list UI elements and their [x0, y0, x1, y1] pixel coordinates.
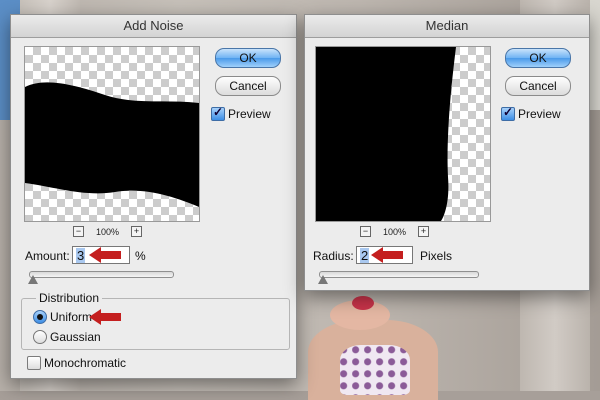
radius-slider-thumb[interactable]: [318, 275, 328, 284]
radius-slider[interactable]: [319, 271, 479, 278]
median-zoom-level: 100%: [383, 226, 407, 237]
monochromatic-check-icon[interactable]: [27, 356, 41, 370]
ok-button[interactable]: OK: [215, 48, 281, 68]
median-title[interactable]: Median: [305, 15, 589, 38]
add-noise-dialog: Add Noise − 100% + OK Cancel Preview Amo…: [10, 14, 297, 379]
amount-value: 3: [76, 248, 86, 263]
amount-slider[interactable]: [29, 271, 174, 278]
median-dialog: Median − 100% + OK Cancel Preview Radius…: [304, 14, 590, 291]
amount-unit: %: [135, 249, 146, 263]
median-zoom-in-icon[interactable]: +: [418, 226, 430, 237]
monochromatic-checkbox[interactable]: Monochromatic: [27, 356, 126, 370]
distribution-legend: Distribution: [36, 291, 103, 305]
monochromatic-label: Monochromatic: [44, 356, 127, 370]
radio-uniform-label: Uniform: [50, 310, 93, 324]
amount-arrow-icon: [89, 247, 121, 263]
preview-label: Preview: [228, 107, 271, 121]
uniform-arrow-icon: [89, 309, 121, 325]
median-preview-check-icon[interactable]: [501, 105, 515, 121]
zoom-out-icon[interactable]: −: [73, 226, 84, 237]
radius-unit: Pixels: [420, 249, 453, 263]
figure-lips: [352, 296, 374, 310]
cancel-button[interactable]: Cancel: [215, 76, 281, 96]
radio-gaussian[interactable]: Gaussian: [33, 330, 101, 344]
preview-check-icon[interactable]: [211, 105, 225, 121]
radius-label: Radius:: [313, 249, 354, 263]
radius-arrow-icon: [371, 247, 403, 263]
radio-uniform-icon[interactable]: [33, 310, 47, 324]
amount-label: Amount:: [25, 249, 70, 263]
add-noise-preview[interactable]: [24, 46, 200, 222]
median-preview-shape: [316, 47, 456, 221]
median-preview-checkbox[interactable]: Preview: [501, 105, 561, 121]
zoom-in-icon[interactable]: +: [131, 226, 143, 237]
radio-gaussian-label: Gaussian: [50, 330, 101, 344]
median-preview[interactable]: [315, 46, 491, 222]
figure-bikini: [340, 345, 410, 395]
median-ok-button[interactable]: OK: [505, 48, 571, 68]
median-cancel-button[interactable]: Cancel: [505, 76, 571, 96]
radio-uniform[interactable]: Uniform: [33, 310, 92, 324]
radius-value: 2: [360, 248, 370, 263]
add-noise-title[interactable]: Add Noise: [11, 15, 296, 38]
preview-shape: [25, 82, 199, 207]
radio-gaussian-icon[interactable]: [33, 330, 47, 344]
background-figure: [300, 300, 450, 400]
zoom-level: 100%: [96, 226, 120, 237]
add-noise-zoom-controls: − 100% +: [73, 226, 143, 237]
amount-slider-thumb[interactable]: [28, 275, 38, 284]
median-zoom-controls: − 100% +: [360, 226, 430, 237]
median-preview-label: Preview: [518, 107, 561, 121]
median-zoom-out-icon[interactable]: −: [360, 226, 371, 237]
preview-checkbox[interactable]: Preview: [211, 105, 271, 121]
